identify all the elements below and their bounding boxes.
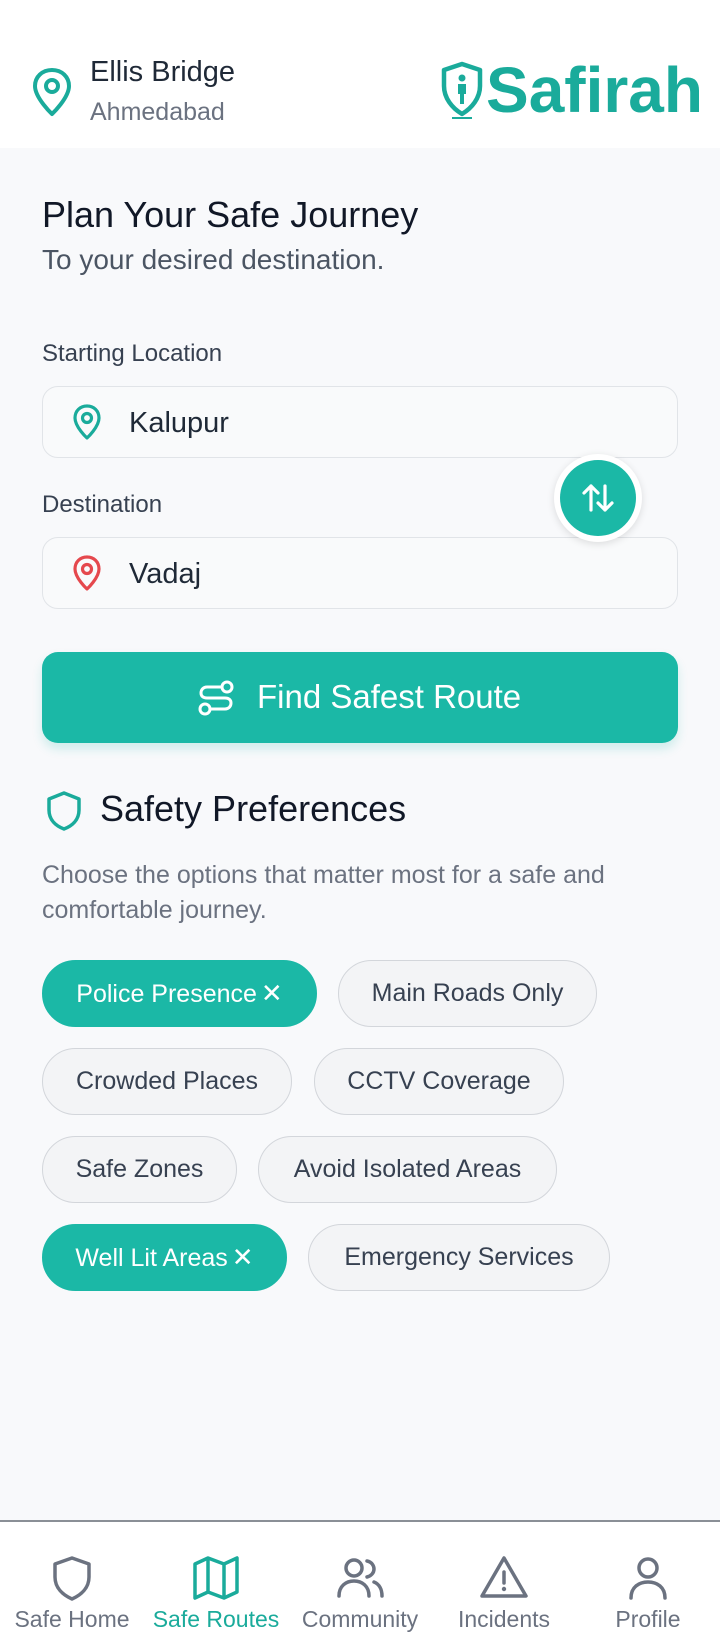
chip-safe-zones[interactable]: Safe Zones <box>42 1136 237 1203</box>
destination-value: Vadaj <box>129 558 202 590</box>
chip-cctv-coverage[interactable]: CCTV Coverage <box>314 1048 564 1115</box>
chip-label: Avoid Isolated Areas <box>293 1155 522 1183</box>
destination-label: Destination <box>42 491 163 518</box>
current-location-name[interactable]: Ellis Bridge <box>90 56 235 89</box>
current-location-region: Ahmedabad <box>90 98 225 126</box>
safety-preferences-description: Choose the options that matter most for … <box>42 861 605 924</box>
nav-label: Profile <box>615 1606 681 1632</box>
safirah-logo-icon <box>438 60 486 122</box>
destination-field[interactable]: Vadaj <box>42 537 678 609</box>
nav-label: Safe Home <box>14 1606 130 1632</box>
bottom-navigation: Safe Home Safe Routes Community Incident… <box>0 1520 720 1650</box>
nav-item-safe-routes[interactable]: Safe Routes <box>144 1522 288 1650</box>
start-location-label: Starting Location <box>42 340 223 367</box>
page-title: Plan Your Safe Journey <box>42 194 419 235</box>
swap-locations-button[interactable] <box>554 454 642 542</box>
start-pin-icon <box>71 403 103 441</box>
chip-avoid-isolated-areas[interactable]: Avoid Isolated Areas <box>258 1136 557 1203</box>
chip-police-presence[interactable]: Police Presence ✕ <box>42 960 317 1027</box>
safety-preferences-title: Safety Preferences <box>100 788 407 829</box>
nav-item-community[interactable]: Community <box>288 1522 432 1650</box>
chip-label: CCTV Coverage <box>347 1067 531 1095</box>
remove-icon[interactable]: ✕ <box>232 1225 254 1289</box>
chip-label: Main Roads Only <box>371 979 564 1007</box>
start-location-field[interactable]: Kalupur <box>42 386 678 458</box>
chip-main-roads-only[interactable]: Main Roads Only <box>338 960 597 1027</box>
swap-button-fill <box>560 460 636 536</box>
brand-logo-text: Safirah <box>486 54 703 126</box>
nav-item-incidents[interactable]: Incidents <box>432 1522 576 1650</box>
remove-icon[interactable]: ✕ <box>261 961 283 1025</box>
route-icon <box>198 680 234 716</box>
chip-well-lit-areas[interactable]: Well Lit Areas ✕ <box>42 1224 287 1291</box>
chip-label: Safe Zones <box>75 1155 204 1183</box>
chip-label: Well Lit Areas <box>75 1244 228 1272</box>
start-location-value: Kalupur <box>129 407 229 439</box>
chip-crowded-places[interactable]: Crowded Places <box>42 1048 292 1115</box>
nav-item-profile[interactable]: Profile <box>576 1522 720 1650</box>
map-icon <box>193 1556 239 1600</box>
chip-label: Emergency Services <box>344 1243 574 1271</box>
chip-emergency-services[interactable]: Emergency Services <box>308 1224 610 1291</box>
user-icon <box>629 1557 667 1600</box>
nav-label: Incidents <box>457 1606 551 1632</box>
find-button-label: Find Safest Route <box>257 678 522 715</box>
chip-label: Crowded Places <box>75 1067 259 1095</box>
users-icon <box>337 1558 384 1598</box>
app-header: Ellis Bridge Ahmedabad Safirah <box>0 0 720 148</box>
chip-label: Police Presence <box>76 980 257 1008</box>
map-pin-icon[interactable] <box>30 66 74 118</box>
nav-item-safe-home[interactable]: Safe Home <box>0 1522 144 1650</box>
nav-label: Safe Routes <box>152 1606 280 1632</box>
swap-vertical-icon <box>582 484 614 512</box>
alert-triangle-icon <box>480 1556 528 1598</box>
shield-icon <box>53 1556 91 1601</box>
nav-label: Community <box>301 1606 419 1632</box>
find-safest-route-button[interactable]: Find Safest Route <box>42 652 678 743</box>
shield-icon <box>44 790 84 832</box>
page-subtitle: To your desired destination. <box>42 244 385 275</box>
destination-pin-icon <box>71 554 103 592</box>
